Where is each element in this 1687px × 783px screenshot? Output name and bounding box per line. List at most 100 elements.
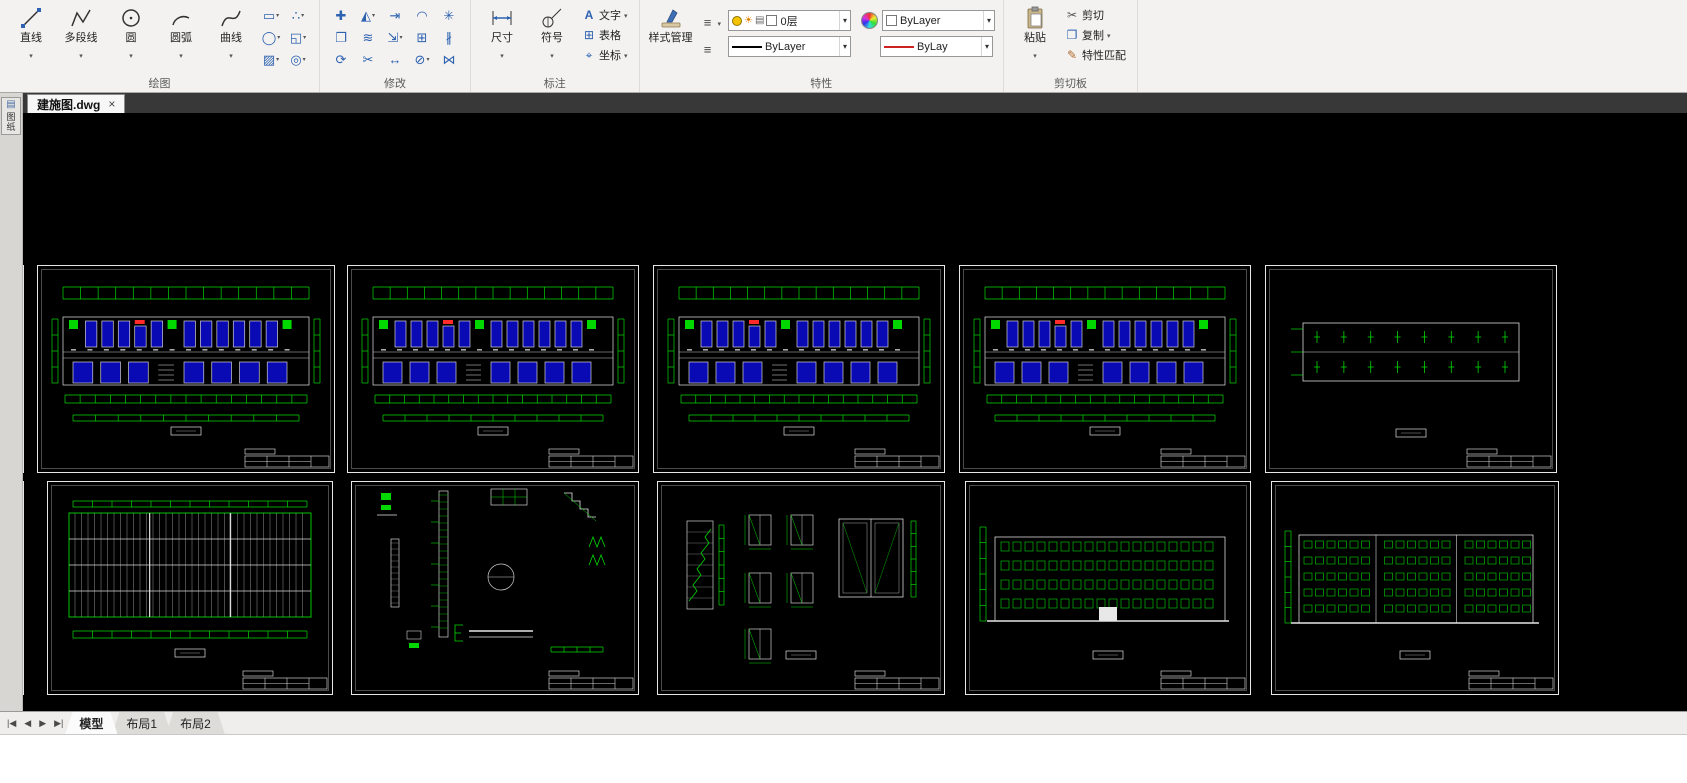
file-tab[interactable]: 建施图.dwg × xyxy=(27,94,126,113)
tool-circle-button[interactable]: 圆 xyxy=(108,2,154,63)
layout-nav-next-button[interactable]: ▶ xyxy=(36,717,49,730)
chevron-down-icon[interactable]: ▾ xyxy=(277,34,280,41)
sheet-set-palette-button[interactable]: ▤ 图纸 xyxy=(1,97,21,135)
layout-nav-first-button[interactable]: |◀ xyxy=(4,717,19,730)
tool-stretch-button[interactable]: ↔ xyxy=(382,49,408,70)
point-icon: ∴ xyxy=(291,7,301,23)
chevron-down-icon[interactable] xyxy=(229,45,233,63)
tool-extend-button[interactable]: ⇥ xyxy=(382,5,408,26)
cut-button[interactable]: 剪切 xyxy=(1062,6,1129,24)
file-tab-close-icon[interactable]: × xyxy=(108,97,115,111)
annotation-list-button[interactable] xyxy=(698,14,725,31)
chevron-down-icon[interactable] xyxy=(500,45,504,63)
bulb-icon[interactable] xyxy=(732,15,743,26)
tool-ellipse-button[interactable]: ◯ ▾ xyxy=(258,27,284,48)
paste-button[interactable]: 粘贴 xyxy=(1012,2,1058,63)
chevron-down-icon[interactable] xyxy=(79,45,83,63)
layout-nav-previous-button[interactable]: ◀ xyxy=(21,717,34,730)
tool-erase-button[interactable]: ⊘ ▾ xyxy=(409,49,435,70)
chevron-down-icon[interactable] xyxy=(29,45,33,63)
chevron-down-icon[interactable]: ▾ xyxy=(276,12,279,19)
sheet-floor-plan-1[interactable] xyxy=(37,265,335,473)
dropdown-arrow-icon[interactable] xyxy=(839,11,850,30)
drawing-canvas[interactable] xyxy=(23,113,1687,711)
chevron-down-icon[interactable] xyxy=(129,45,133,63)
lineweight-dropdown[interactable]: ByLay xyxy=(880,36,994,57)
layout-tab-layout1[interactable]: 布局1 xyxy=(112,712,171,734)
linetype-list-button[interactable] xyxy=(698,41,725,58)
linetype-dropdown[interactable]: ByLayer xyxy=(728,36,852,57)
tool-symbol-button[interactable]: 符号 xyxy=(529,2,575,63)
chevron-down-icon[interactable] xyxy=(718,17,722,29)
sheet-door-stair-details[interactable] xyxy=(657,481,945,695)
tool-point-button[interactable]: ∴ ▾ xyxy=(285,5,311,26)
tool-join-button[interactable]: ⋈ xyxy=(436,49,462,70)
tool-break-button[interactable]: ∦ xyxy=(436,27,462,48)
tool-table-button[interactable]: 表格 xyxy=(579,26,631,44)
tool-dimension-button[interactable]: 尺寸 xyxy=(479,2,525,63)
sun-icon[interactable]: ☀ xyxy=(744,15,753,26)
tool-copy-button[interactable]: ❐ xyxy=(328,27,354,48)
chevron-down-icon[interactable]: ▾ xyxy=(303,56,306,63)
tool-move-button[interactable]: ✚ xyxy=(328,5,354,26)
chevron-down-icon[interactable]: ▾ xyxy=(399,34,402,41)
chevron-down-icon[interactable]: ▾ xyxy=(303,34,306,41)
region-icon: ◱ xyxy=(289,29,303,45)
layer-dropdown[interactable]: ☀ ▤ 0层 xyxy=(728,10,852,31)
lineweight-value: ByLay xyxy=(917,40,948,53)
copy-button[interactable]: 复制 xyxy=(1062,26,1129,44)
dropdown-arrow-icon[interactable] xyxy=(981,37,992,56)
tool-region-button[interactable]: ◱ ▾ xyxy=(285,27,311,48)
tool-offset-button[interactable]: ≋ xyxy=(355,27,381,48)
tool-fillet-button[interactable]: ◠ xyxy=(409,5,435,26)
sheet-elevation-2[interactable] xyxy=(1271,481,1559,695)
tool-hatch-button[interactable]: ▨ ▾ xyxy=(258,49,284,70)
printer-icon[interactable]: ▤ xyxy=(755,15,764,26)
chevron-down-icon[interactable] xyxy=(624,49,628,61)
match-properties-button[interactable]: 特性匹配 xyxy=(1062,46,1129,64)
swatch-icon[interactable] xyxy=(766,15,778,26)
tool-donut-button[interactable]: ◎ ▾ xyxy=(285,49,311,70)
tool-rotate-button[interactable]: ⟳ xyxy=(328,49,354,70)
layout-tab-layout2[interactable]: 布局2 xyxy=(166,712,225,734)
sheet-roof-framing-plan[interactable] xyxy=(47,481,333,695)
layout-nav-buttons: |◀ ◀ ▶ ▶| xyxy=(0,717,70,730)
chevron-down-icon[interactable] xyxy=(1107,29,1111,41)
tool-coordinate-button[interactable]: 坐标 xyxy=(579,46,631,64)
chevron-down-icon[interactable] xyxy=(179,45,183,63)
linetype-value: ByLayer xyxy=(765,40,806,53)
style-manager-button[interactable]: 样式管理 xyxy=(648,2,694,45)
sheet-floor-plan-2[interactable] xyxy=(347,265,639,473)
sheet-floor-plan-3[interactable] xyxy=(653,265,945,473)
chevron-down-icon[interactable] xyxy=(1033,45,1037,63)
chevron-down-icon[interactable] xyxy=(550,45,554,63)
tool-array-button[interactable]: ⊞ xyxy=(409,27,435,48)
tool-polyline-button[interactable]: 多段线 xyxy=(58,2,104,63)
color-wheel-icon[interactable] xyxy=(861,12,879,29)
tool-scale-button[interactable]: ⇲ ▾ xyxy=(382,27,408,48)
color-dropdown[interactable]: ByLayer xyxy=(882,10,996,31)
tool-arc-button[interactable]: 圆弧 xyxy=(158,2,204,63)
layout-nav-last-button[interactable]: ▶| xyxy=(51,717,66,730)
tool-line-button[interactable]: 直线 xyxy=(8,2,54,63)
chevron-down-icon[interactable]: ▾ xyxy=(276,56,279,63)
tool-explode-button[interactable]: ✳ xyxy=(436,5,462,26)
dropdown-arrow-icon[interactable] xyxy=(983,11,994,30)
sheet-floor-plan-4[interactable] xyxy=(959,265,1251,473)
chevron-down-icon[interactable] xyxy=(624,9,628,21)
tool-mirror-button[interactable]: ◭ ▾ xyxy=(355,5,381,26)
command-area[interactable] xyxy=(0,734,1687,783)
tool-trim-button[interactable]: ✂ xyxy=(355,49,381,70)
sheet-roof-plan[interactable] xyxy=(1265,265,1557,473)
tool-text-button[interactable]: 文字 xyxy=(579,6,631,24)
chevron-down-icon[interactable]: ▾ xyxy=(372,12,375,19)
ellipse-icon: ◯ xyxy=(261,29,277,45)
tool-rectangle-button[interactable]: ▭ ▾ xyxy=(258,5,284,26)
chevron-down-icon[interactable]: ▾ xyxy=(301,12,304,19)
chevron-down-icon[interactable]: ▾ xyxy=(426,56,429,63)
dropdown-arrow-icon[interactable] xyxy=(839,37,850,56)
tool-spline-button[interactable]: 曲线 xyxy=(208,2,254,63)
layout-tab-model[interactable]: 模型 xyxy=(65,712,117,734)
sheet-elevation-1[interactable] xyxy=(965,481,1251,695)
sheet-wall-details[interactable] xyxy=(351,481,639,695)
